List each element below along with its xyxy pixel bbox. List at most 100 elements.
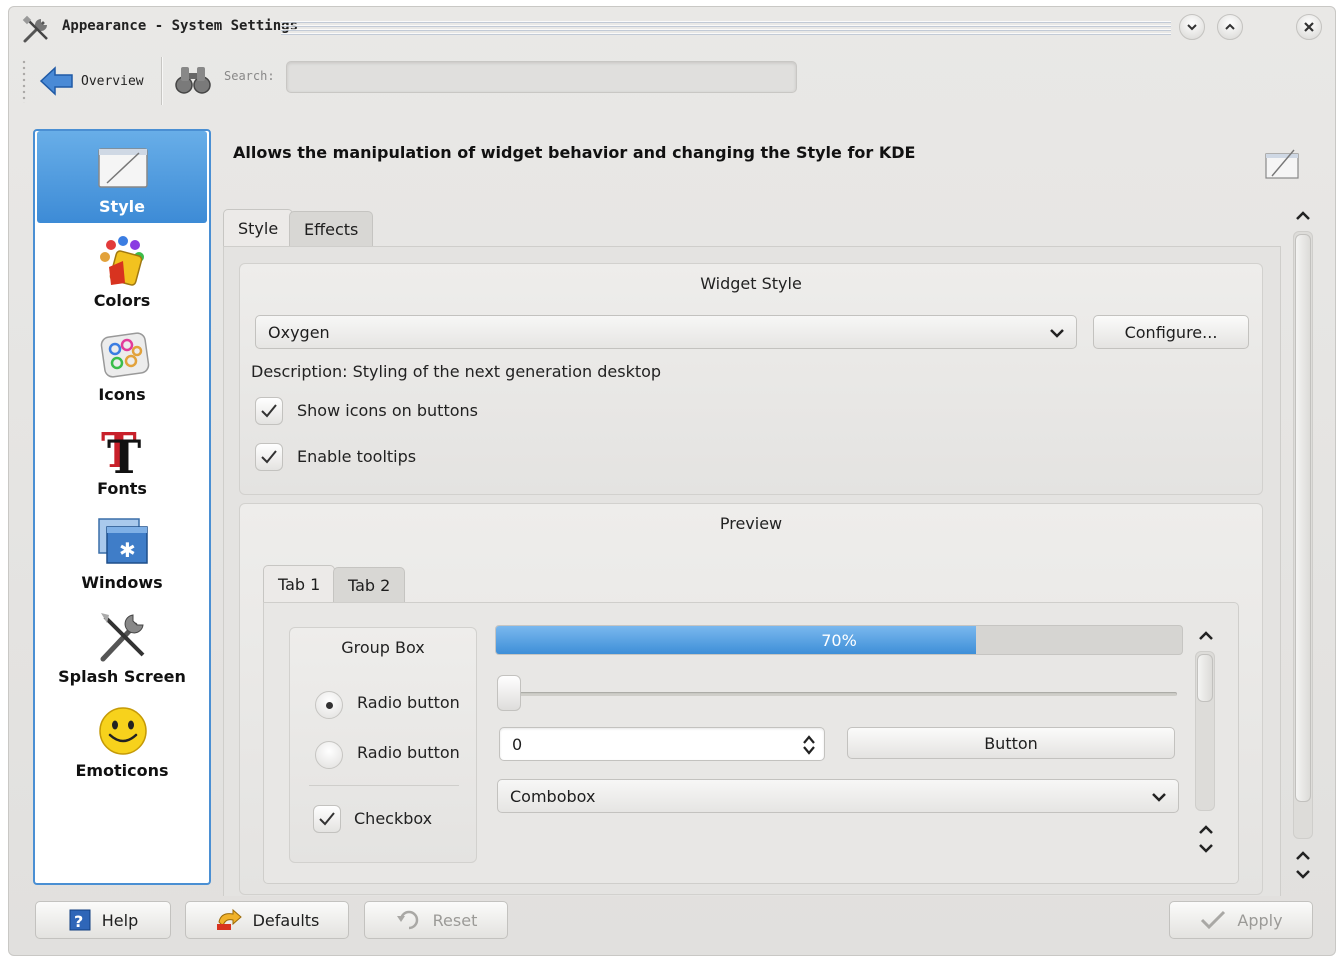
sidebar-item-label: Style bbox=[99, 197, 145, 216]
style-icon bbox=[98, 148, 148, 188]
sidebar-item-label: Emoticons bbox=[75, 761, 169, 780]
check-icon bbox=[261, 450, 277, 464]
sidebar-item-label: Colors bbox=[93, 291, 151, 310]
scroll-up-icon[interactable] bbox=[1195, 625, 1217, 647]
button-label: Reset bbox=[432, 910, 478, 930]
overview-button[interactable]: Overview bbox=[39, 59, 144, 103]
sidebar-item-fonts[interactable]: T T Fonts bbox=[37, 413, 207, 505]
maximize-button[interactable] bbox=[1217, 14, 1243, 40]
radio-button-1[interactable] bbox=[315, 691, 343, 719]
combobox-value: Combobox bbox=[510, 786, 596, 806]
scrollbar-thumb[interactable] bbox=[1295, 234, 1311, 802]
sidebar-item-style[interactable]: Style bbox=[37, 131, 207, 223]
chevron-down-icon bbox=[1050, 329, 1064, 338]
button-label: Configure... bbox=[1124, 322, 1218, 342]
sidebar-item-label: Fonts bbox=[97, 479, 147, 498]
sidebar-item-emoticons[interactable]: Emoticons bbox=[37, 695, 207, 787]
close-button[interactable] bbox=[1296, 14, 1322, 40]
show-icons-checkbox[interactable] bbox=[255, 397, 283, 425]
slider-handle[interactable] bbox=[497, 675, 521, 711]
sidebar-item-windows[interactable]: ✱ Windows bbox=[37, 507, 207, 599]
tab-2[interactable]: Tab 2 bbox=[333, 567, 406, 603]
style-description: Description: Styling of the next generat… bbox=[251, 362, 662, 381]
configure-button[interactable]: Configure... bbox=[1093, 315, 1249, 349]
windows-icon: ✱ bbox=[98, 518, 148, 564]
fonts-icon: T T bbox=[101, 423, 141, 477]
button-label: Button bbox=[984, 733, 1038, 753]
tab-label: Effects bbox=[304, 220, 359, 239]
sidebar-item-splash-screen[interactable]: Splash Screen bbox=[37, 601, 207, 693]
button-label: Help bbox=[101, 910, 139, 930]
toolbar-grip[interactable] bbox=[21, 59, 27, 103]
preview-scrollbar[interactable] bbox=[1195, 651, 1215, 811]
tab-style[interactable]: Style bbox=[223, 209, 294, 247]
settings-window: Appearance - System Settings Overview Se… bbox=[8, 6, 1336, 956]
widget-style-combobox[interactable]: Oxygen bbox=[255, 315, 1077, 349]
radio-dot bbox=[326, 702, 333, 709]
emoticons-icon bbox=[99, 707, 147, 755]
enable-tooltips-checkbox[interactable] bbox=[255, 443, 283, 471]
scrollbar-thumb[interactable] bbox=[1197, 654, 1213, 702]
sidebar-item-label: Icons bbox=[98, 385, 146, 404]
back-arrow-icon bbox=[39, 66, 73, 96]
radio-label: Radio button bbox=[357, 693, 460, 712]
slider-track[interactable] bbox=[499, 692, 1177, 696]
check-icon bbox=[319, 812, 335, 826]
page-description: Allows the manipulation of widget behavi… bbox=[233, 143, 916, 162]
tab-label: Tab 2 bbox=[348, 576, 391, 595]
main-scrollbar[interactable] bbox=[1293, 231, 1313, 839]
defaults-button[interactable]: Defaults bbox=[185, 901, 349, 939]
scroll-up-icon[interactable] bbox=[1292, 205, 1314, 227]
toolbar: Overview Search: bbox=[9, 51, 1335, 109]
scroll-down-icon[interactable] bbox=[1292, 863, 1314, 885]
check-icon bbox=[261, 404, 277, 418]
apply-check-icon bbox=[1201, 910, 1226, 930]
sidebar-item-icons[interactable]: Icons bbox=[37, 319, 207, 411]
tab-label: Style bbox=[238, 219, 279, 238]
style-icon bbox=[1265, 149, 1299, 179]
binoculars-icon bbox=[175, 67, 211, 94]
icons-icon bbox=[100, 332, 150, 378]
title-decoration bbox=[281, 21, 1171, 37]
svg-text:T: T bbox=[107, 430, 141, 477]
spin-box[interactable]: 0 bbox=[499, 727, 825, 761]
colors-icon bbox=[100, 236, 144, 286]
tab-label: Tab 1 bbox=[278, 575, 321, 594]
tab-effects[interactable]: Effects bbox=[289, 211, 374, 247]
chevron-down-icon bbox=[1187, 24, 1197, 31]
search-input[interactable] bbox=[286, 61, 797, 93]
scroll-down-icon[interactable] bbox=[1195, 837, 1217, 859]
group-title: Preview bbox=[719, 514, 783, 533]
spin-arrows-icon[interactable] bbox=[800, 733, 818, 757]
preview-combobox[interactable]: Combobox bbox=[497, 779, 1179, 813]
button-label: Apply bbox=[1237, 910, 1283, 930]
preview-button[interactable]: Button bbox=[847, 727, 1175, 759]
sidebar-item-colors[interactable]: Colors bbox=[37, 225, 207, 317]
preview-checkbox[interactable] bbox=[313, 805, 341, 833]
sidebar-item-label: Windows bbox=[81, 573, 163, 592]
enable-tooltips-label: Enable tooltips bbox=[297, 447, 417, 466]
system-settings-icon bbox=[22, 15, 48, 43]
progress-bar: 70% bbox=[495, 625, 1183, 655]
chevron-up-icon bbox=[1225, 23, 1235, 30]
svg-text:?: ? bbox=[74, 912, 83, 931]
apply-button[interactable]: Apply bbox=[1169, 901, 1313, 939]
sidebar-item-label: Splash Screen bbox=[58, 667, 186, 686]
radio-button-2[interactable] bbox=[315, 741, 343, 769]
splash-screen-icon bbox=[100, 613, 145, 662]
window-title: Appearance - System Settings bbox=[62, 18, 299, 34]
divider bbox=[309, 785, 459, 786]
reset-button[interactable]: Reset bbox=[364, 901, 508, 939]
minimize-button[interactable] bbox=[1179, 14, 1205, 40]
defaults-icon bbox=[216, 908, 242, 930]
checkbox-label: Checkbox bbox=[354, 809, 433, 828]
svg-text:✱: ✱ bbox=[119, 538, 136, 562]
tab-1[interactable]: Tab 1 bbox=[263, 565, 336, 603]
chevron-down-icon bbox=[1152, 793, 1166, 802]
title-bar[interactable]: Appearance - System Settings bbox=[9, 7, 1335, 47]
group-title: Widget Style bbox=[700, 274, 802, 293]
progress-text: 70% bbox=[821, 631, 857, 650]
radio-label: Radio button bbox=[357, 743, 460, 762]
help-icon: ? bbox=[69, 909, 91, 931]
help-button[interactable]: ? Help bbox=[35, 901, 171, 939]
